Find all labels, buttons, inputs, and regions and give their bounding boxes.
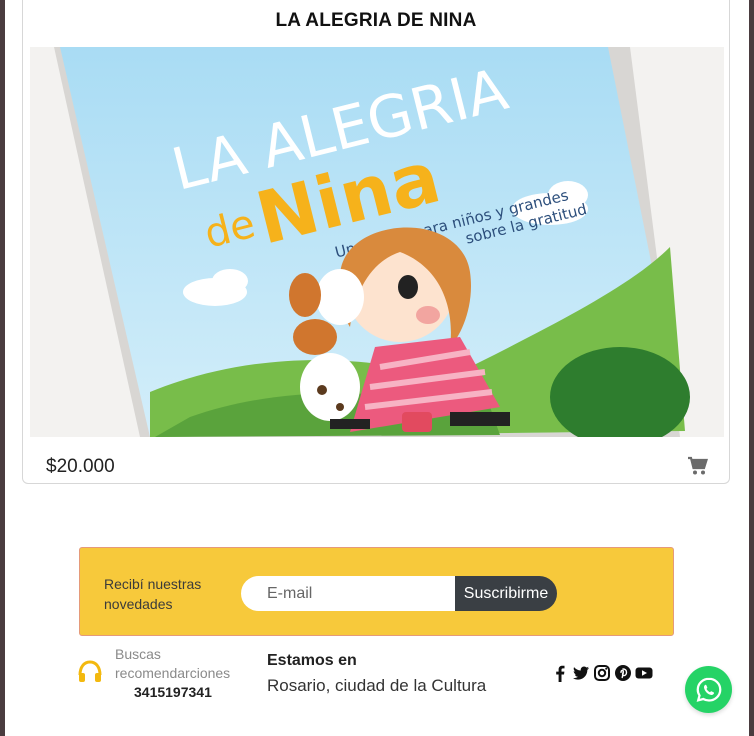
window-frame-left bbox=[0, 0, 5, 736]
shopping-cart-icon[interactable] bbox=[687, 456, 709, 476]
twitter-icon[interactable] bbox=[572, 664, 590, 682]
social-links bbox=[551, 662, 653, 684]
whatsapp-button[interactable] bbox=[685, 666, 732, 713]
product-cover-image[interactable]: LA ALEGRIA de Nina Un cuento para niños … bbox=[30, 47, 724, 437]
product-price: $20.000 bbox=[46, 456, 115, 477]
email-input[interactable] bbox=[241, 576, 459, 611]
location-block: Estamos en Rosario, ciudad de la Cultura bbox=[267, 651, 486, 699]
window-frame-right bbox=[749, 0, 754, 736]
youtube-icon[interactable] bbox=[635, 664, 653, 682]
whatsapp-icon bbox=[696, 677, 721, 702]
pinterest-icon[interactable] bbox=[614, 664, 632, 682]
product-card[interactable]: LA ALEGRIA DE NINA LA ALEGRIA de Nina Un… bbox=[22, 0, 730, 484]
newsletter-form: Suscribirme bbox=[241, 576, 557, 611]
subscribe-button[interactable]: Suscribirme bbox=[455, 576, 557, 611]
contact-block: Buscas recomendarciones 3415197341 bbox=[77, 645, 247, 705]
newsletter-text: Recibí nuestras novedades bbox=[104, 576, 202, 612]
instagram-icon[interactable] bbox=[593, 664, 611, 682]
contact-label: Buscas recomendarciones bbox=[115, 646, 231, 681]
headset-icon bbox=[77, 659, 103, 685]
contact-phone[interactable]: 3415197341 bbox=[134, 684, 212, 700]
facebook-icon[interactable] bbox=[551, 664, 569, 682]
newsletter-section: Recibí nuestras novedades Suscribirme bbox=[79, 547, 674, 636]
product-title[interactable]: LA ALEGRIA DE NINA bbox=[23, 10, 729, 32]
location-title: Estamos en bbox=[267, 652, 357, 669]
location-text: Rosario, ciudad de la Cultura bbox=[267, 676, 487, 695]
